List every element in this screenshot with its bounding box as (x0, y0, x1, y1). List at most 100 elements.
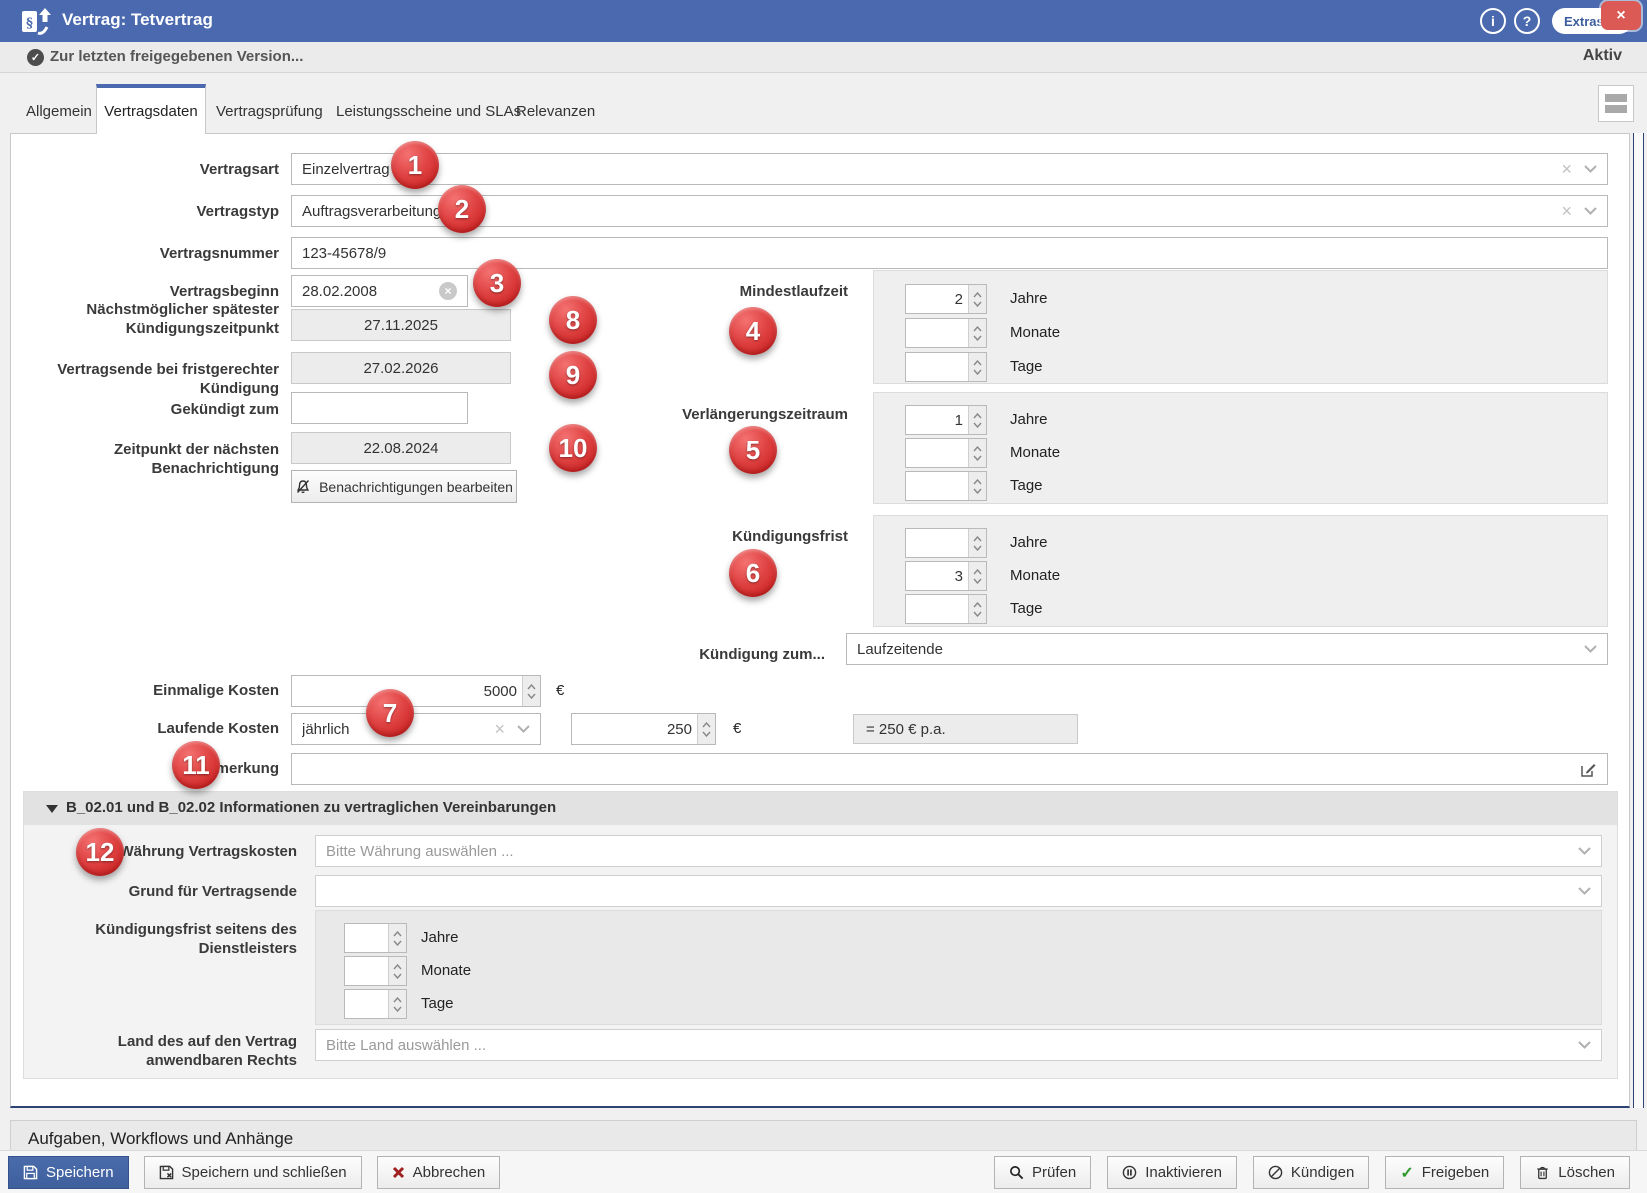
tab-vertragsdaten[interactable]: Vertragsdaten (96, 84, 206, 134)
spinner-arrows-icon[interactable] (697, 714, 715, 744)
mindestlaufzeit-tage-stepper[interactable] (905, 352, 987, 382)
spinner-arrows-icon[interactable] (388, 924, 406, 952)
edit-icon[interactable] (1580, 761, 1597, 778)
waehrung-select[interactable] (315, 835, 1602, 867)
layout-toggle-button[interactable] (1598, 85, 1634, 122)
spinner-arrows-icon[interactable] (968, 529, 986, 557)
annotation-badge-9: 9 (549, 351, 597, 399)
mindestlaufzeit-monate-input[interactable] (906, 319, 968, 347)
chevron-down-icon[interactable] (1584, 165, 1597, 173)
dienstleister-jahre-input[interactable] (345, 924, 388, 952)
bemerkung-input[interactable] (291, 753, 1608, 785)
spinner-arrows-icon[interactable] (968, 439, 986, 467)
tab-relevanzen[interactable]: Relevanzen (516, 103, 595, 120)
verlaengerung-jahre-input[interactable] (906, 406, 968, 434)
chevron-down-icon[interactable] (517, 725, 530, 733)
speichern-und-schliessen-button[interactable]: Speichern und schließen (144, 1156, 362, 1189)
help-icon[interactable]: ? (1514, 8, 1540, 34)
laufende-kosten-interval-select[interactable]: jährlich × (291, 713, 541, 745)
bemerkung-value[interactable] (302, 761, 1580, 778)
annotation-badge-2: 2 (438, 185, 486, 233)
spinner-arrows-icon[interactable] (968, 353, 986, 381)
clear-icon[interactable]: × (1561, 202, 1572, 220)
tab-vertragspruefung[interactable]: Vertragsprüfung (216, 103, 323, 120)
einmalige-kosten-stepper[interactable] (291, 675, 541, 707)
speichern-button[interactable]: Speichern (8, 1156, 129, 1189)
land-input[interactable] (326, 1037, 1578, 1054)
dienstleister-tage-input[interactable] (345, 990, 388, 1018)
chevron-down-icon[interactable] (1578, 1041, 1591, 1049)
mindestlaufzeit-jahre-input[interactable] (906, 285, 968, 313)
dienstleister-jahre-stepper[interactable] (344, 923, 407, 953)
vertragsart-select[interactable]: Einzelvertrag × (291, 153, 1608, 185)
spinner-arrows-icon[interactable] (968, 285, 986, 313)
vertragsbeginn-value: 28.02.2008 (302, 283, 439, 300)
dienstleister-tage-stepper[interactable] (344, 989, 407, 1019)
kuendigungsfrist-jahre-stepper[interactable] (905, 528, 987, 558)
tab-leistungsscheine[interactable]: Leistungsscheine und SLAs (336, 103, 521, 120)
close-icon[interactable]: × (1601, 1, 1641, 30)
dienstleister-monate-stepper[interactable] (344, 956, 407, 986)
version-link[interactable]: Zur letzten freigegebenen Version... (50, 48, 303, 65)
spinner-arrows-icon[interactable] (388, 990, 406, 1018)
grund-input[interactable] (326, 883, 1578, 900)
vertragstyp-select[interactable]: Auftragsverarbeitung × (291, 195, 1608, 227)
kuendigungsfrist-monate-stepper[interactable] (905, 561, 987, 591)
kuendigung-zum-select[interactable]: Laufzeitende (846, 633, 1608, 665)
chevron-down-icon[interactable] (1578, 847, 1591, 855)
info-icon[interactable]: i (1480, 8, 1506, 34)
vertragsbeginn-datepicker[interactable]: 28.02.2008 × (291, 275, 468, 307)
laufende-kosten-stepper[interactable] (571, 713, 716, 745)
spinner-arrows-icon[interactable] (968, 472, 986, 500)
svg-text:§: § (26, 16, 33, 31)
kuendigen-button[interactable]: Kündigen (1253, 1156, 1369, 1189)
tab-allgemein[interactable]: Allgemein (26, 103, 92, 120)
kuendigungsfrist-jahre-input[interactable] (906, 529, 968, 557)
chevron-down-icon[interactable] (1584, 207, 1597, 215)
verlaengerung-monate-input[interactable] (906, 439, 968, 467)
section-b02-header[interactable]: B_02.01 und B_02.02 Informationen zu ver… (24, 792, 1617, 825)
verlaengerung-monate-stepper[interactable] (905, 438, 987, 468)
pruefen-button[interactable]: Prüfen (994, 1156, 1091, 1189)
verlaengerung-tage-input[interactable] (906, 472, 968, 500)
unit-tage-label: Tage (1010, 477, 1043, 494)
spinner-arrows-icon[interactable] (388, 957, 406, 985)
spinner-arrows-icon[interactable] (522, 676, 540, 706)
verlaengerung-jahre-stepper[interactable] (905, 405, 987, 435)
mindestlaufzeit-panel: Jahre Monate Tage (873, 270, 1608, 384)
mindestlaufzeit-tage-input[interactable] (906, 353, 968, 381)
section-b02: B_02.01 und B_02.02 Informationen zu ver… (23, 791, 1618, 1079)
status-bar: ✓ Zur letzten freigegebenen Version... A… (0, 42, 1647, 73)
inaktivieren-button[interactable]: Inaktivieren (1107, 1156, 1237, 1189)
scrollbar-track[interactable] (1633, 133, 1644, 1108)
gekuendigt-zum-input[interactable] (291, 392, 468, 424)
spinner-arrows-icon[interactable] (968, 406, 986, 434)
grund-select[interactable] (315, 875, 1602, 907)
clear-icon[interactable]: × (1561, 160, 1572, 178)
kuendigungsfrist-monate-input[interactable] (906, 562, 968, 590)
kuendigung-zum-value: Laufzeitende (857, 641, 1584, 658)
freigeben-button[interactable]: ✓ Freigeben (1385, 1156, 1504, 1189)
benachrichtigungen-bearbeiten-button[interactable]: Benachrichtigungen bearbeiten (291, 470, 517, 503)
chevron-down-icon[interactable] (1584, 645, 1597, 653)
mindestlaufzeit-jahre-stepper[interactable] (905, 284, 987, 314)
clear-icon[interactable]: × (494, 720, 505, 738)
spinner-arrows-icon[interactable] (968, 319, 986, 347)
land-select[interactable] (315, 1029, 1602, 1061)
bemerkung-label: Bemerkung (31, 759, 279, 778)
spinner-arrows-icon[interactable] (968, 595, 986, 623)
waehrung-input[interactable] (326, 843, 1578, 860)
kuendigungsfrist-tage-input[interactable] (906, 595, 968, 623)
per-annum-value: = 250 € p.a. (866, 721, 946, 738)
kuendigungsfrist-tage-stepper[interactable] (905, 594, 987, 624)
dienstleister-monate-input[interactable] (345, 957, 388, 985)
abbrechen-button[interactable]: Abbrechen (377, 1156, 501, 1189)
laufende-kosten-input[interactable] (572, 714, 697, 744)
clear-date-icon[interactable]: × (439, 282, 457, 300)
spinner-arrows-icon[interactable] (968, 562, 986, 590)
gekuendigt-zum-value[interactable] (302, 400, 457, 417)
chevron-down-icon[interactable] (1578, 887, 1591, 895)
verlaengerung-tage-stepper[interactable] (905, 471, 987, 501)
loeschen-button[interactable]: Löschen (1520, 1156, 1630, 1189)
mindestlaufzeit-monate-stepper[interactable] (905, 318, 987, 348)
